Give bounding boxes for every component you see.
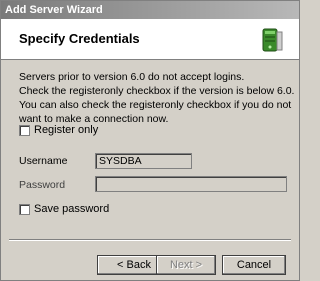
wizard-content: Servers prior to version 6.0 do not acce… bbox=[1, 60, 299, 238]
save-password-checkbox-row[interactable]: Save password bbox=[19, 203, 109, 215]
server-icon bbox=[257, 26, 285, 54]
register-only-checkbox-row[interactable]: Register only bbox=[19, 124, 98, 136]
password-label: Password bbox=[19, 179, 66, 191]
page-title: Specify Credentials bbox=[19, 31, 140, 46]
wizard-header: Specify Credentials bbox=[1, 19, 299, 60]
button-separator bbox=[9, 239, 291, 241]
username-label: Username bbox=[19, 155, 68, 167]
description-line: You can also check the registeronly chec… bbox=[19, 99, 292, 111]
register-only-label[interactable]: Register only bbox=[34, 124, 98, 136]
next-button[interactable]: Next > bbox=[156, 255, 216, 275]
register-only-checkbox[interactable] bbox=[19, 124, 30, 136]
window-title: Add Server Wizard bbox=[5, 4, 103, 16]
password-field[interactable] bbox=[95, 176, 287, 192]
description-line: Servers prior to version 6.0 do not acce… bbox=[19, 71, 245, 83]
save-password-label[interactable]: Save password bbox=[34, 203, 109, 215]
save-password-checkbox[interactable] bbox=[19, 203, 30, 215]
add-server-wizard-window: Add Server Wizard Specify Credentials Se… bbox=[0, 0, 300, 281]
username-field[interactable]: SYSDBA bbox=[95, 153, 192, 169]
cancel-button[interactable]: Cancel bbox=[222, 255, 286, 275]
title-bar[interactable]: Add Server Wizard bbox=[1, 1, 299, 19]
description-text: Servers prior to version 6.0 do not acce… bbox=[19, 70, 295, 126]
description-line: Check the registeronly checkbox if the v… bbox=[19, 85, 295, 97]
